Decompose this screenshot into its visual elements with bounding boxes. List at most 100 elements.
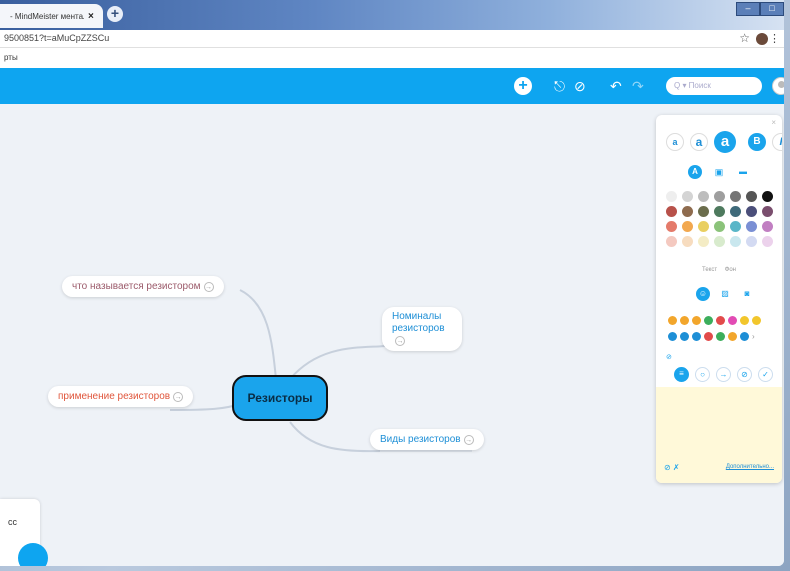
color-swatch[interactable] bbox=[666, 221, 677, 232]
redo-icon[interactable]: ↷ bbox=[632, 77, 644, 95]
arrow-icon[interactable]: → bbox=[716, 367, 731, 382]
bookmark-star-icon[interactable]: ☆ bbox=[739, 31, 750, 45]
expand-arrow-icon[interactable]: → bbox=[173, 392, 184, 402]
browser-menu-icon[interactable]: ⋮ bbox=[769, 32, 780, 45]
chat-card[interactable]: сс bbox=[0, 499, 48, 566]
text-style-tab[interactable]: A bbox=[688, 165, 702, 179]
color-swatch[interactable] bbox=[714, 221, 725, 232]
marker-icon[interactable] bbox=[704, 332, 713, 341]
share-icon[interactable]: ⎋ bbox=[554, 77, 565, 95]
font-medium-button[interactable]: a bbox=[690, 133, 708, 151]
topic-label: Виды резисторов bbox=[380, 434, 461, 445]
bookmark-item[interactable]: рты bbox=[4, 53, 18, 62]
emoji-icon[interactable] bbox=[716, 316, 725, 325]
color-swatch[interactable] bbox=[682, 206, 693, 217]
close-icon[interactable]: × bbox=[771, 118, 776, 127]
color-swatch[interactable] bbox=[746, 236, 757, 247]
font-small-button[interactable]: a bbox=[666, 133, 684, 151]
format-panel: × a a a B I A ▣ ▬ Текст Фон ☺ ▨ ◙ › ⊘ ≡ … bbox=[656, 115, 782, 483]
block-icon[interactable]: ⊘ ✗ bbox=[664, 463, 680, 472]
color-swatch[interactable] bbox=[714, 206, 725, 217]
address-bar[interactable]: 9500851?t=aMuCpZZSCu ☆ ⋮ bbox=[0, 30, 784, 48]
smiley-icon[interactable]: ☺ bbox=[696, 287, 710, 301]
emoji-icon[interactable] bbox=[668, 316, 677, 325]
attachment-icon[interactable]: ⊘ bbox=[737, 367, 752, 382]
color-swatch[interactable] bbox=[698, 236, 709, 247]
color-swatch[interactable] bbox=[698, 221, 709, 232]
emoji-icon[interactable] bbox=[740, 316, 749, 325]
chat-bubble-icon[interactable] bbox=[18, 543, 48, 566]
color-swatch[interactable] bbox=[666, 236, 677, 247]
marker-icon[interactable] bbox=[692, 332, 701, 341]
text-color-label[interactable]: Текст bbox=[702, 267, 717, 273]
color-swatch[interactable] bbox=[746, 206, 757, 217]
topic-label: применение резисторов bbox=[58, 391, 171, 402]
check-icon[interactable]: ✓ bbox=[758, 367, 773, 382]
expand-arrow-icon[interactable]: → bbox=[395, 336, 405, 346]
color-swatch[interactable] bbox=[762, 221, 773, 232]
style-tabs: A ▣ ▬ bbox=[688, 165, 750, 179]
color-swatch[interactable] bbox=[762, 236, 773, 247]
emoji-icon[interactable] bbox=[728, 316, 737, 325]
maximize-button[interactable]: □ bbox=[760, 2, 784, 16]
color-swatch[interactable] bbox=[746, 191, 757, 202]
background-color-label[interactable]: Фон bbox=[725, 267, 736, 273]
minimize-button[interactable]: – bbox=[736, 2, 760, 16]
marker-icon[interactable] bbox=[668, 332, 677, 341]
emoji-icon[interactable] bbox=[680, 316, 689, 325]
color-swatch[interactable] bbox=[682, 236, 693, 247]
chevron-right-icon[interactable]: › bbox=[752, 332, 755, 341]
color-swatch[interactable] bbox=[698, 206, 709, 217]
url-text[interactable]: 9500851?t=aMuCpZZSCu bbox=[4, 33, 109, 43]
topic-resistor-nominals[interactable]: Номиналы резисторов → bbox=[382, 307, 462, 351]
image-icon[interactable]: ▣ bbox=[712, 165, 726, 179]
color-swatch[interactable] bbox=[730, 221, 741, 232]
marker-icon[interactable] bbox=[728, 332, 737, 341]
browser-tab[interactable]: - MindMeister ментал × bbox=[0, 4, 103, 28]
emoji-icon[interactable] bbox=[692, 316, 701, 325]
tab-close-icon[interactable]: × bbox=[88, 11, 94, 22]
color-swatch[interactable] bbox=[762, 206, 773, 217]
topic-resistor-types[interactable]: Виды резисторов → bbox=[370, 429, 484, 450]
font-large-button[interactable]: a bbox=[714, 131, 736, 153]
color-swatch[interactable] bbox=[730, 236, 741, 247]
color-swatch[interactable] bbox=[762, 191, 773, 202]
comment-icon[interactable]: ○ bbox=[695, 367, 710, 382]
marker-icon[interactable] bbox=[716, 332, 725, 341]
link-icon[interactable]: ⊘ bbox=[666, 353, 672, 361]
note-icon[interactable]: ≡ bbox=[674, 367, 689, 382]
italic-button[interactable]: I bbox=[772, 133, 782, 151]
block-icon[interactable]: ⊘ bbox=[574, 77, 586, 95]
color-swatch[interactable] bbox=[730, 206, 741, 217]
emoji-icon[interactable] bbox=[752, 316, 761, 325]
box-style-icon[interactable]: ▬ bbox=[736, 165, 750, 179]
color-swatch[interactable] bbox=[666, 206, 677, 217]
color-swatch[interactable] bbox=[698, 191, 709, 202]
add-topic-button[interactable]: + bbox=[514, 77, 532, 95]
undo-icon[interactable]: ↶ bbox=[610, 77, 622, 95]
color-swatch[interactable] bbox=[714, 236, 725, 247]
search-input[interactable]: Q ▾ Поиск bbox=[666, 77, 762, 95]
topic-resistor-application[interactable]: применение резисторов → bbox=[48, 386, 194, 407]
user-avatar[interactable] bbox=[772, 77, 784, 95]
marker-icon[interactable] bbox=[680, 332, 689, 341]
color-swatch[interactable] bbox=[666, 191, 677, 202]
emoji-icon[interactable] bbox=[704, 316, 713, 325]
central-topic[interactable]: Резисторы bbox=[232, 375, 328, 421]
window-controls: – □ bbox=[736, 2, 784, 16]
color-swatch[interactable] bbox=[682, 191, 693, 202]
expand-arrow-icon[interactable]: → bbox=[203, 282, 214, 292]
new-tab-button[interactable]: + bbox=[107, 6, 123, 22]
color-swatch[interactable] bbox=[714, 191, 725, 202]
color-swatch[interactable] bbox=[730, 191, 741, 202]
expand-arrow-icon[interactable]: → bbox=[463, 435, 474, 445]
more-link[interactable]: Дополнительно... bbox=[726, 464, 774, 470]
topic-what-is-resistor[interactable]: что называется резистором → bbox=[62, 276, 224, 297]
bold-button[interactable]: B bbox=[748, 133, 766, 151]
color-swatch[interactable] bbox=[746, 221, 757, 232]
picture-icon[interactable]: ▨ bbox=[718, 287, 732, 301]
profile-icon[interactable] bbox=[756, 33, 768, 45]
sticker-icon[interactable]: ◙ bbox=[740, 287, 754, 301]
color-swatch[interactable] bbox=[682, 221, 693, 232]
marker-icon[interactable] bbox=[740, 332, 749, 341]
